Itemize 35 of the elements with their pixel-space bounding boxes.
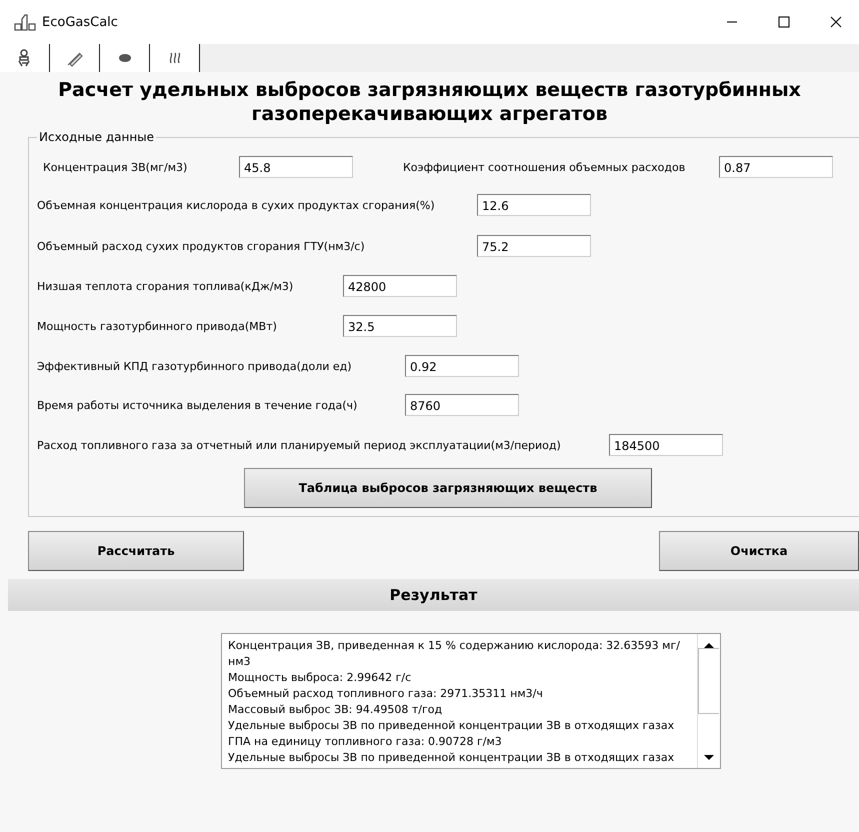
input-field[interactable]: 75.2 [477, 235, 591, 257]
result-line: Мощность выброса: 2.99642 г/с [228, 670, 412, 686]
input-field[interactable]: 0.92 [405, 355, 519, 377]
field-label: Коэффициент соотношения объемных расходов [403, 160, 686, 174]
calculate-button[interactable]: Рассчитать [28, 531, 244, 571]
app-icon [14, 13, 36, 31]
field-label: Эффективный КПД газотурбинного привода(доли ед) [37, 360, 353, 372]
result-line: Объемный расход топливного газа: 2971.35311 нм3/ч [228, 686, 544, 702]
field-label: Низшая теплота сгорания топлива(кДж/м3) [37, 280, 294, 292]
page-heading: Расчет удельных выбросов загрязняющих веществ газотурбинных газоперекачивающих агрегатов [57, 78, 802, 126]
result-line: Концентрация ЗВ, приведенная к 15 % содержанию кислорода: 32.63593 мг/нм3 [228, 638, 681, 670]
field-label: Объемный расход сухих продуктов сгорания ГТУ(нм3/с) [37, 240, 366, 252]
heat-icon [168, 52, 180, 64]
field-label: Объемная концентрация кислорода в сухих продуктах сгорания(%) [37, 198, 436, 212]
field-label: Мощность газотурбинного привода(МВт) [37, 320, 278, 332]
field-label: Расход топливного газа за отчетный или планируемый период эксплуатации(м3/период) [37, 438, 562, 452]
input-field[interactable]: 8760 [405, 394, 519, 416]
window-title: EcoGasCalc [42, 14, 119, 30]
input-field[interactable]: 45.8 [239, 156, 353, 178]
input-field[interactable]: 42800 [343, 275, 457, 297]
result-line: Удельные выбросы ЗВ по приведенной концентрации ЗВ в отходящих газах ГПА на единицу топливного газа: 0.90728 г/м3 [228, 718, 676, 750]
field-label: Концентрация ЗВ(мг/м3) [42, 160, 188, 174]
result-header: Результат [8, 579, 859, 611]
scroll-thumb[interactable] [698, 648, 719, 714]
input-field[interactable]: 184500 [609, 434, 723, 456]
field-label: Время работы источника выделения в течение года(ч) [37, 398, 358, 412]
clear-button[interactable]: Очистка [659, 531, 859, 571]
result-line: Массовый выброс ЗВ: 94.49508 т/год [228, 702, 444, 718]
result-line: Удельные выбросы ЗВ по приведенной концентрации ЗВ в отходящих газах [228, 750, 676, 766]
input-field[interactable]: 12.6 [477, 194, 591, 216]
input-field[interactable]: 0.87 [719, 156, 833, 178]
input-field[interactable]: 32.5 [343, 315, 457, 337]
group-title: Исходные данные [38, 130, 156, 144]
result-textbox[interactable] [221, 633, 721, 769]
emissions-table-button[interactable]: Таблица выбросов загрязняющих веществ [244, 468, 652, 508]
